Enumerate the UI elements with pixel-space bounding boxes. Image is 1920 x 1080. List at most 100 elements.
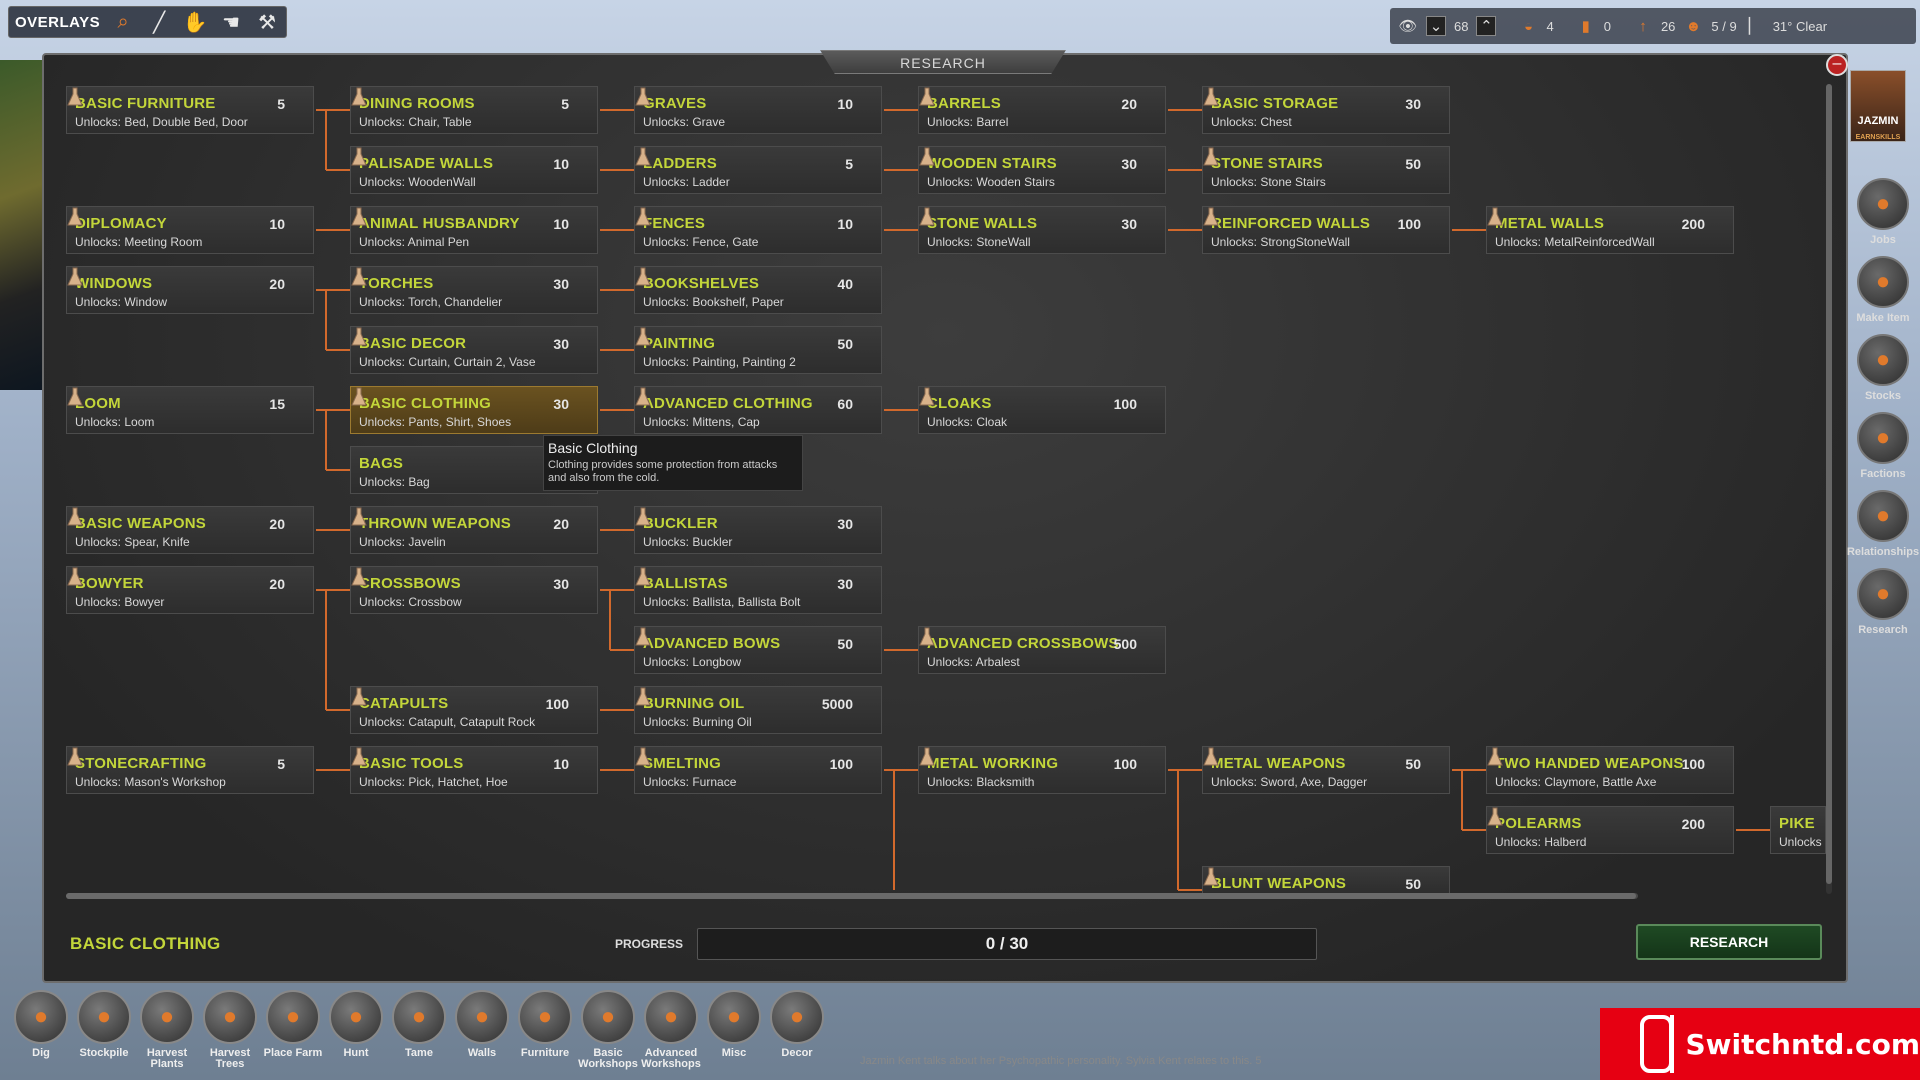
tool-label: Stockpile xyxy=(79,1047,129,1059)
research-card[interactable]: BLUNT WEAPONS 50 xyxy=(1202,866,1450,894)
sidebar-item-research[interactable]: ● Research xyxy=(1846,568,1920,636)
eye-icon[interactable]: 👁 xyxy=(1398,16,1418,36)
grab-icon[interactable]: ☚ xyxy=(218,9,244,35)
vertical-scrollbar[interactable] xyxy=(1826,84,1832,894)
tool-hunt[interactable]: ● Hunt xyxy=(325,990,387,1059)
research-card[interactable]: CROSSBOWS Unlocks: Crossbow 30 xyxy=(350,566,598,614)
research-card[interactable]: REINFORCED WALLS Unlocks: StrongStoneWal… xyxy=(1202,206,1450,254)
research-card[interactable]: ADVANCED CROSSBOWS Unlocks: Arbalest 500 xyxy=(918,626,1166,674)
tool-harvest-plants[interactable]: ● Harvest Plants xyxy=(136,990,198,1070)
research-card[interactable]: ADVANCED BOWS Unlocks: Longbow 50 xyxy=(634,626,882,674)
research-card[interactable]: POLEARMS Unlocks: Halberd 200 xyxy=(1486,806,1734,854)
research-card[interactable]: DINING ROOMS Unlocks: Chair, Table 5 xyxy=(350,86,598,134)
tool-stockpile[interactable]: ● Stockpile xyxy=(73,990,135,1059)
pickaxe-tool-icon[interactable]: ⚒ xyxy=(254,9,280,35)
sidebar-item-stocks[interactable]: ● Stocks xyxy=(1846,334,1920,402)
tool-walls[interactable]: ● Walls xyxy=(451,990,513,1059)
research-cost: 5000 xyxy=(821,696,853,712)
research-card[interactable]: STONECRAFTING Unlocks: Mason's Workshop … xyxy=(66,746,314,794)
flask-icon xyxy=(919,747,935,766)
flask-icon xyxy=(351,507,367,526)
horizontal-scroll-thumb[interactable] xyxy=(66,893,1636,899)
research-name: STONECRAFTING xyxy=(75,755,207,772)
tool-furniture[interactable]: ● Furniture xyxy=(514,990,576,1059)
research-card[interactable]: PALISADE WALLS Unlocks: WoodenWall 10 xyxy=(350,146,598,194)
tool-place-farm[interactable]: ● Place Farm xyxy=(262,990,324,1059)
research-card[interactable]: CATAPULTS Unlocks: Catapult, Catapult Ro… xyxy=(350,686,598,734)
brand-text: Switchntd.com xyxy=(1685,1027,1920,1061)
tool-tame[interactable]: ● Tame xyxy=(388,990,450,1059)
research-card[interactable]: ANIMAL HUSBANDRY Unlocks: Animal Pen 10 xyxy=(350,206,598,254)
horizontal-scrollbar[interactable] xyxy=(66,893,1638,899)
research-card[interactable]: BASIC CLOTHING Unlocks: Pants, Shirt, Sh… xyxy=(350,386,598,434)
research-name: BURNING OIL xyxy=(643,695,745,712)
research-card[interactable]: BASIC STORAGE Unlocks: Chest 30 xyxy=(1202,86,1450,134)
research-button[interactable]: RESEARCH xyxy=(1636,924,1822,960)
arrow-up-icon[interactable]: ⌃ xyxy=(1476,16,1497,36)
arrow-down-icon[interactable]: ⌄ xyxy=(1426,16,1446,36)
research-card[interactable]: BASIC WEAPONS Unlocks: Spear, Knife 20 xyxy=(66,506,314,554)
research-unlocks: Unlocks: Mason's Workshop xyxy=(75,775,226,789)
research-card[interactable]: TORCHES Unlocks: Torch, Chandelier 30 xyxy=(350,266,598,314)
research-card[interactable]: LADDERS Unlocks: Ladder 5 xyxy=(634,146,882,194)
research-card[interactable]: ADVANCED CLOTHING Unlocks: Mittens, Cap … xyxy=(634,386,882,434)
research-card[interactable]: BOOKSHELVES Unlocks: Bookshelf, Paper 40 xyxy=(634,266,882,314)
research-unlocks: Unlocks: MetalReinforcedWall xyxy=(1495,235,1655,249)
sidebar-item-relationships[interactable]: ● Relationships xyxy=(1846,490,1920,558)
tool-decor[interactable]: ● Decor xyxy=(766,990,828,1059)
research-card[interactable]: WINDOWS Unlocks: Window 20 xyxy=(66,266,314,314)
flask-icon xyxy=(919,147,935,166)
sidebar-item-make-item[interactable]: ● Make Item xyxy=(1846,256,1920,324)
research-card[interactable]: BURNING OIL Unlocks: Burning Oil 5000 xyxy=(634,686,882,734)
research-card[interactable]: STONE WALLS Unlocks: StoneWall 30 xyxy=(918,206,1166,254)
research-name: ADVANCED CLOTHING xyxy=(643,395,813,412)
pencil-icon[interactable]: ╱ xyxy=(146,9,172,35)
close-button[interactable]: – xyxy=(1826,54,1848,76)
research-card[interactable]: METAL WALLS Unlocks: MetalReinforcedWall… xyxy=(1486,206,1734,254)
research-card[interactable]: STONE STAIRS Unlocks: Stone Stairs 50 xyxy=(1202,146,1450,194)
research-cost: 10 xyxy=(553,156,569,172)
research-card[interactable]: TWO HANDED WEAPONS Unlocks: Claymore, Ba… xyxy=(1486,746,1734,794)
research-card[interactable]: BASIC FURNITURE Unlocks: Bed, Double Bed… xyxy=(66,86,314,134)
research-card[interactable]: BOWYER Unlocks: Bowyer 20 xyxy=(66,566,314,614)
research-card[interactable]: LOOM Unlocks: Loom 15 xyxy=(66,386,314,434)
research-card[interactable]: PIKE Unlocks xyxy=(1770,806,1826,854)
research-name: STONE WALLS xyxy=(927,215,1038,232)
tool-label: Harvest Plants xyxy=(146,1047,188,1070)
research-card[interactable]: DIPLOMACY Unlocks: Meeting Room 10 xyxy=(66,206,314,254)
tool-basic-workshops[interactable]: ● Basic Workshops xyxy=(577,990,639,1070)
research-card[interactable]: BASIC DECOR Unlocks: Curtain, Curtain 2,… xyxy=(350,326,598,374)
overlays-label[interactable]: OVERLAYS xyxy=(15,14,100,31)
research-card[interactable]: GRAVES Unlocks: Grave 10 xyxy=(634,86,882,134)
research-card[interactable]: BARRELS Unlocks: Barrel 20 xyxy=(918,86,1166,134)
research-name: BASIC FURNITURE xyxy=(75,95,216,112)
search-icon[interactable]: ⌕ xyxy=(110,9,136,35)
flask-icon xyxy=(919,387,935,406)
research-card[interactable]: METAL WEAPONS Unlocks: Sword, Axe, Dagge… xyxy=(1202,746,1450,794)
research-card[interactable]: PAINTING Unlocks: Painting, Painting 2 5… xyxy=(634,326,882,374)
sidebar-item-jobs[interactable]: ● Jobs xyxy=(1846,178,1920,246)
tool-advanced-workshops[interactable]: ● Advanced Workshops xyxy=(640,990,702,1070)
sidebar-item-factions[interactable]: ● Factions xyxy=(1846,412,1920,480)
research-card[interactable]: WOODEN STAIRS Unlocks: Wooden Stairs 30 xyxy=(918,146,1166,194)
research-unlocks: Unlocks: Halberd xyxy=(1495,835,1587,849)
research-card[interactable]: SMELTING Unlocks: Furnace 100 xyxy=(634,746,882,794)
research-card[interactable]: THROWN WEAPONS Unlocks: Javelin 20 xyxy=(350,506,598,554)
research-card[interactable]: FENCES Unlocks: Fence, Gate 10 xyxy=(634,206,882,254)
research-card[interactable]: BUCKLER Unlocks: Buckler 30 xyxy=(634,506,882,554)
research-cost: 20 xyxy=(269,576,285,592)
research-card[interactable]: BALLISTAS Unlocks: Ballista, Ballista Bo… xyxy=(634,566,882,614)
bottom-toolbar: ● Dig ● Stockpile ● Harvest Plants ● Harvest Tr… xyxy=(10,990,840,1080)
research-unlocks: Unlocks: Torch, Chandelier xyxy=(359,295,503,309)
research-card[interactable]: BASIC TOOLS Unlocks: Pick, Hatchet, Hoe … xyxy=(350,746,598,794)
hand-icon[interactable]: ✋ xyxy=(182,9,208,35)
tool-dig[interactable]: ● Dig xyxy=(10,990,72,1059)
vertical-scroll-thumb[interactable] xyxy=(1826,84,1832,884)
research-card[interactable]: CLOAKS Unlocks: Cloak 100 xyxy=(918,386,1166,434)
flask-icon xyxy=(635,147,651,166)
tool-harvest-trees[interactable]: ● Harvest Trees xyxy=(199,990,261,1070)
tool-misc[interactable]: ● Misc xyxy=(703,990,765,1059)
research-cost: 200 xyxy=(1681,816,1705,832)
research-card[interactable]: METAL WORKING Unlocks: Blacksmith 100 xyxy=(918,746,1166,794)
research-cost: 10 xyxy=(553,216,569,232)
